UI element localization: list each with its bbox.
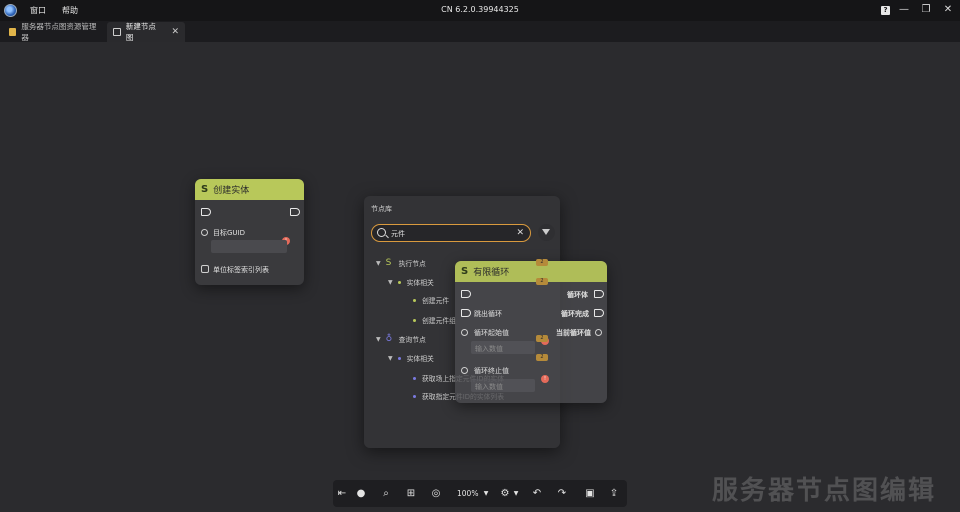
node-create-entity[interactable]: S 创建实体 目标GUID ! 单位标签索引列表 xyxy=(195,179,304,285)
tree-item-label: 查询节点 xyxy=(398,336,426,344)
target-guid-label: 目标GUID xyxy=(213,229,246,237)
tab-new-node-graph[interactable]: 新建节点图 ✕ xyxy=(107,22,185,42)
search-icon[interactable]: ⌕ xyxy=(379,487,393,501)
tree-item-label: 实体相关 xyxy=(406,279,434,287)
input-placeholder: 输入数值 xyxy=(475,345,503,353)
error-icon: ! xyxy=(541,375,549,383)
loop-body-pin[interactable] xyxy=(594,290,604,298)
node-header[interactable]: S 创建实体 xyxy=(195,179,304,200)
node-title: 创建实体 xyxy=(213,186,250,196)
menu-help[interactable]: 帮助 xyxy=(62,5,78,16)
tree-item-label: 创建元件 xyxy=(422,297,450,305)
menu-window[interactable]: 窗口 xyxy=(30,5,46,16)
exec-in-pin[interactable] xyxy=(461,290,471,298)
break-pin[interactable] xyxy=(461,309,471,317)
tag-list-pin[interactable] xyxy=(201,265,209,273)
tag-list-label: 单位标签索引列表 xyxy=(213,266,269,274)
export-icon[interactable]: ⇪ xyxy=(607,487,621,501)
restore-icon[interactable]: ❐ xyxy=(919,3,933,17)
tab-label: 服务器节点图资源管理器 xyxy=(21,22,97,42)
minimize-icon[interactable]: — xyxy=(897,3,911,17)
count-badge: 2 xyxy=(536,335,548,342)
end-value-pin[interactable] xyxy=(461,367,468,374)
tab-label: 新建节点图 xyxy=(125,22,156,42)
exec-in-pin[interactable] xyxy=(201,208,211,216)
tree-item-create-component[interactable]: 创建元件 xyxy=(413,295,449,305)
count-badge: 2 xyxy=(536,278,548,285)
exec-out-pin[interactable] xyxy=(290,208,300,216)
folder-icon xyxy=(9,28,17,36)
tree-item-query-nodes[interactable]: ▼ ♁ 查询节点 xyxy=(376,334,426,345)
execute-node-icon: S xyxy=(385,258,392,268)
execute-node-icon: S xyxy=(461,266,469,277)
target-guid-input[interactable] xyxy=(211,240,287,253)
auto-layout-icon[interactable]: ⊞ xyxy=(404,487,418,501)
collapse-toolbar-icon[interactable]: ⇤ xyxy=(335,487,349,501)
chevron-down-icon[interactable]: ▼ xyxy=(376,260,381,267)
chevron-down-icon[interactable]: ▼ xyxy=(509,487,523,501)
end-value-input[interactable]: 输入数值 xyxy=(471,379,535,392)
graph-icon xyxy=(113,28,121,36)
close-window-icon[interactable]: ✕ xyxy=(941,3,955,17)
library-search-input[interactable]: 元件 ✕ xyxy=(371,224,531,242)
tree-item-label: 实体相关 xyxy=(406,355,434,363)
tab-close-icon[interactable]: ✕ xyxy=(171,27,179,37)
redo-icon[interactable]: ↷ xyxy=(555,487,569,501)
app-logo-icon xyxy=(4,4,17,17)
input-placeholder: 输入数值 xyxy=(475,383,503,391)
tree-item-exec-nodes[interactable]: ▼ S 执行节点 xyxy=(376,258,426,269)
tree-item-create-component-group[interactable]: 创建元件组 xyxy=(413,315,456,325)
node-dot-icon xyxy=(413,298,416,302)
node-dot-icon xyxy=(413,394,416,398)
focus-icon[interactable]: ◎ xyxy=(429,487,443,501)
end-value-label: 循环终止值 xyxy=(474,367,509,375)
filter-icon[interactable] xyxy=(538,224,555,241)
tree-item-label: 执行节点 xyxy=(398,260,426,268)
node-finite-loop[interactable]: S 有限循环 循环体 跳出循环 循环完成 循环起始值 当前循环值 ! 输入数值 … xyxy=(455,261,607,403)
node-title: 有限循环 xyxy=(473,268,510,278)
tab-resource-manager[interactable]: 服务器节点图资源管理器 xyxy=(3,22,103,42)
comment-icon[interactable]: ● xyxy=(354,487,368,501)
undo-icon[interactable]: ↶ xyxy=(530,487,544,501)
clear-search-icon[interactable]: ✕ xyxy=(516,228,524,238)
current-value-label: 当前循环值 xyxy=(556,329,591,337)
node-header[interactable]: S 有限循环 xyxy=(455,261,607,282)
query-node-icon: ♁ xyxy=(385,334,393,344)
chevron-down-icon[interactable]: ▼ xyxy=(479,487,493,501)
save-icon[interactable]: ▣ xyxy=(583,487,597,501)
target-guid-pin[interactable] xyxy=(201,229,208,236)
tab-bar: 服务器节点图资源管理器 新建节点图 ✕ xyxy=(0,21,960,42)
title-bar: 窗口 帮助 CN 6.2.0.39944325 ? — ❐ ✕ xyxy=(0,0,960,21)
search-value: 元件 xyxy=(391,230,405,238)
node-dot-icon xyxy=(413,376,416,380)
help-icon[interactable]: ? xyxy=(881,6,890,15)
break-label: 跳出循环 xyxy=(474,310,502,318)
chevron-down-icon[interactable]: ▼ xyxy=(388,355,393,362)
chevron-down-icon[interactable]: ▼ xyxy=(388,279,393,286)
tree-item-entity-related[interactable]: ▼ 实体相关 xyxy=(388,277,434,288)
zoom-level[interactable]: 100% xyxy=(457,489,478,498)
loop-body-label: 循环体 xyxy=(567,291,588,299)
execute-node-icon: S xyxy=(201,184,209,195)
watermark-text: 服务器节点图编辑 xyxy=(712,476,937,506)
library-title: 节点库 xyxy=(371,205,392,213)
start-value-input[interactable]: 输入数值 xyxy=(471,341,535,354)
count-badge: 2 xyxy=(536,259,548,266)
start-value-pin[interactable] xyxy=(461,329,468,336)
category-dot-icon xyxy=(397,280,401,284)
loop-done-label: 循环完成 xyxy=(561,310,589,318)
node-dot-icon xyxy=(413,318,416,322)
category-dot-icon xyxy=(397,356,401,360)
graph-toolbar: ⇤ ● ⌕ ⊞ ◎ 100% ▼ ⚙ ▼ ↶ ↷ ▣ ⇪ xyxy=(333,480,627,507)
search-icon xyxy=(377,228,386,237)
tree-item-label: 创建元件组 xyxy=(422,317,456,325)
count-badge: 2 xyxy=(536,354,548,361)
start-value-label: 循环起始值 xyxy=(474,329,509,337)
loop-done-pin[interactable] xyxy=(594,309,604,317)
window-title: CN 6.2.0.39944325 xyxy=(441,5,519,14)
tree-item-entity-related-query[interactable]: ▼ 实体相关 xyxy=(388,353,434,364)
current-value-pin[interactable] xyxy=(595,329,602,336)
chevron-down-icon[interactable]: ▼ xyxy=(376,336,381,343)
